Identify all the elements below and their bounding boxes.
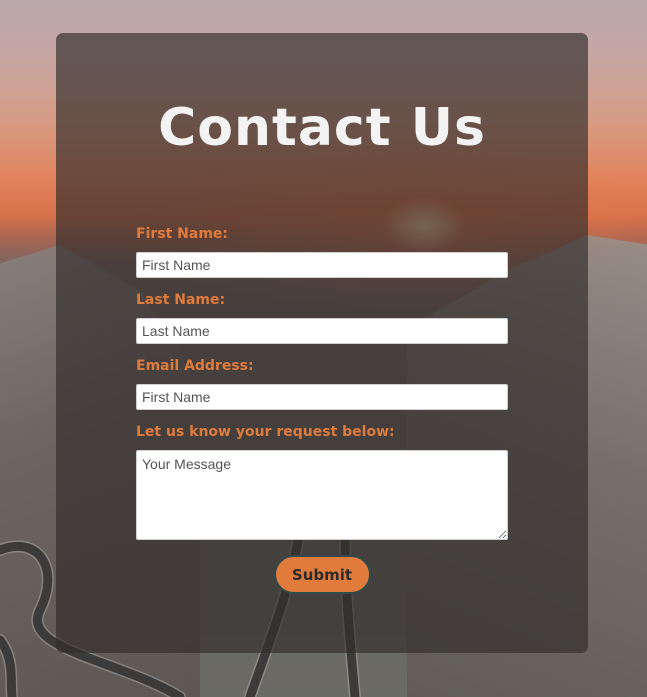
contact-card: Contact Us First Name: Last Name: Email …: [56, 33, 588, 653]
page-title: Contact Us: [158, 98, 486, 158]
email-input[interactable]: [136, 384, 508, 410]
submit-button[interactable]: Submit: [273, 555, 371, 594]
submit-container: Submit: [136, 555, 508, 594]
message-textarea[interactable]: [136, 450, 508, 540]
message-label: Let us know your request below:: [136, 424, 395, 440]
last-name-input[interactable]: [136, 318, 508, 344]
contact-form: First Name: Last Name: Email Address: Le…: [136, 223, 508, 594]
email-label: Email Address:: [136, 358, 254, 374]
last-name-label: Last Name:: [136, 292, 226, 308]
first-name-label: First Name:: [136, 226, 229, 242]
first-name-input[interactable]: [136, 252, 508, 278]
